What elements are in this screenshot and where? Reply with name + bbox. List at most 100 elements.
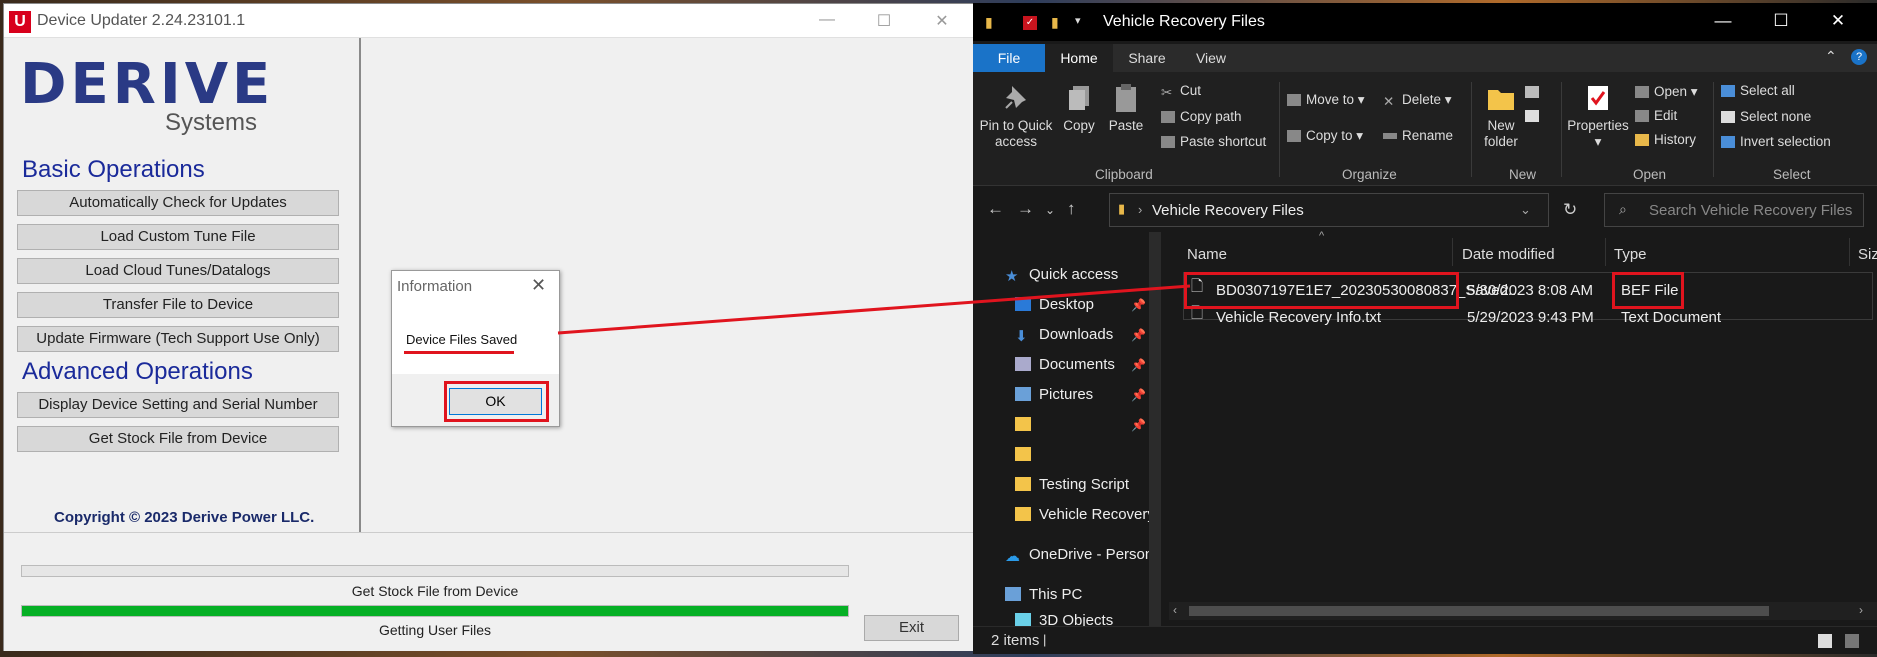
tab-share[interactable]: Share (1115, 44, 1179, 72)
brand-subtitle: Systems (165, 109, 258, 136)
column-header-name[interactable]: Name (1187, 246, 1227, 263)
details-view-icon[interactable] (1818, 634, 1832, 648)
open-button[interactable]: Open ▾ (1635, 84, 1698, 100)
scroll-right-icon[interactable]: › (1859, 603, 1863, 617)
copy-to-button[interactable]: Copy to ▾ (1287, 128, 1363, 144)
customize-toolbar-icon[interactable]: ▾ (1075, 14, 1081, 27)
properties-button[interactable]: Properties ▾ (1565, 82, 1631, 150)
select-none-button[interactable]: Select none (1721, 109, 1811, 125)
minimize-button[interactable]: — (1700, 11, 1746, 31)
minimize-button[interactable]: — (807, 11, 847, 29)
move-to-button[interactable]: Move to ▾ (1287, 92, 1365, 108)
column-header-type[interactable]: Type (1614, 246, 1647, 263)
update-firmware-button[interactable]: Update Firmware (Tech Support Use Only) (17, 326, 339, 352)
display-device-setting-button[interactable]: Display Device Setting and Serial Number (17, 392, 339, 418)
paste-shortcut-button[interactable]: Paste shortcut (1161, 134, 1266, 150)
tab-home[interactable]: Home (1045, 44, 1113, 72)
maximize-button[interactable]: ☐ (1758, 11, 1804, 31)
ribbon: Pin to Quick access Copy Paste ✂ Cut Copy… (973, 72, 1877, 186)
ok-button[interactable]: OK (449, 388, 542, 415)
nav-label: OneDrive - Person (1029, 546, 1154, 563)
back-arrow-icon[interactable]: ← (987, 199, 1004, 219)
nav-item-documents[interactable]: Documents (1015, 356, 1115, 373)
load-custom-tune-button[interactable]: Load Custom Tune File (17, 224, 339, 250)
copy-to-label: Copy to (1306, 128, 1353, 143)
nav-item-folder[interactable] (1015, 446, 1039, 463)
help-icon[interactable]: ? (1851, 49, 1867, 65)
nav-item-vehicle-recovery[interactable]: Vehicle Recovery (1015, 506, 1155, 523)
forward-arrow-icon[interactable]: → (1017, 199, 1034, 219)
close-button[interactable]: ✕ (1815, 11, 1861, 31)
nav-item-onedrive[interactable]: ☁ OneDrive - Person (1005, 546, 1154, 565)
exit-button[interactable]: Exit (864, 615, 959, 641)
maximize-button[interactable]: ☐ (864, 11, 904, 31)
nav-item-this-pc[interactable]: This PC (1005, 586, 1082, 603)
nav-item-pictures[interactable]: Pictures (1015, 386, 1093, 403)
transfer-file-button[interactable]: Transfer File to Device (17, 292, 339, 318)
cut-button[interactable]: ✂ Cut (1161, 83, 1201, 100)
nav-item-3d-objects[interactable]: 3D Objects (1015, 612, 1113, 626)
progress-fill (22, 606, 848, 616)
history-button[interactable]: History (1635, 132, 1696, 148)
copy-path-button[interactable]: Copy path (1161, 109, 1242, 125)
invert-selection-button[interactable]: Invert selection (1721, 134, 1831, 150)
file-name-highlight-annotation (1184, 272, 1459, 309)
delete-x-icon: ✕ (1383, 94, 1395, 110)
collapse-ribbon-icon[interactable]: ⌃ (1825, 48, 1837, 65)
pin-quick-access-button[interactable]: Pin to Quick access (979, 82, 1053, 150)
edit-button[interactable]: Edit (1635, 108, 1677, 124)
large-icons-view-icon[interactable] (1845, 634, 1859, 648)
properties-check-icon[interactable]: ✓ (1023, 16, 1037, 30)
tab-file[interactable]: File (973, 44, 1045, 72)
nav-item-folder[interactable] (1015, 416, 1039, 433)
dialog-close-icon[interactable]: ✕ (531, 275, 546, 296)
group-organize: Organize (1342, 167, 1397, 182)
file-date: 5/30/2023 8:08 AM (1467, 282, 1593, 299)
tab-view[interactable]: View (1179, 44, 1243, 72)
new-folder-icon[interactable]: ▮ (1051, 14, 1059, 31)
select-all-icon (1721, 85, 1735, 98)
group-select: Select (1773, 167, 1811, 182)
easy-access-icon (1525, 110, 1539, 123)
select-all-button[interactable]: Select all (1721, 83, 1795, 99)
chevron-down-icon[interactable]: ⌄ (1520, 202, 1531, 218)
get-stock-file-button[interactable]: Get Stock File from Device (17, 426, 339, 452)
nav-label: This PC (1029, 586, 1083, 603)
nav-item-testing-script[interactable]: Testing Script (1015, 476, 1129, 493)
close-button[interactable]: ✕ (922, 11, 962, 31)
up-arrow-icon[interactable]: ↑ (1067, 199, 1076, 219)
paste-button[interactable]: Paste (1103, 82, 1149, 134)
column-divider[interactable] (1605, 238, 1606, 266)
column-divider[interactable] (1452, 238, 1453, 266)
ribbon-separator (1561, 82, 1562, 177)
search-input[interactable]: ⌕ Search Vehicle Recovery Files (1604, 193, 1864, 227)
column-header-date[interactable]: Date modified (1462, 246, 1555, 263)
status-divider: | (1043, 632, 1047, 647)
scroll-left-icon[interactable]: ‹ (1173, 603, 1177, 617)
horizontal-scrollbar[interactable]: ‹ › (1169, 602, 1877, 620)
explorer-titlebar: ▮ ✓ ▮ ▾ Vehicle Recovery Files — ☐ ✕ (973, 3, 1877, 41)
load-cloud-tunes-button[interactable]: Load Cloud Tunes/Datalogs (17, 258, 339, 284)
new-item-button[interactable] (1525, 84, 1555, 100)
nav-item-quick-access[interactable]: ★ Quick access (1005, 266, 1118, 285)
refresh-icon[interactable]: ↻ (1563, 200, 1577, 220)
address-bar[interactable]: ▮ › Vehicle Recovery Files ⌄ (1109, 193, 1549, 227)
group-new: New (1509, 167, 1537, 182)
open-icon (1635, 86, 1649, 99)
check-updates-button[interactable]: Automatically Check for Updates (17, 190, 339, 216)
delete-button[interactable]: ✕ Delete ▾ (1383, 92, 1452, 110)
folder-icon (1015, 507, 1031, 521)
new-folder-button[interactable]: New folder (1477, 82, 1525, 150)
nav-item-desktop[interactable]: Desktop (1015, 296, 1094, 313)
scrollbar-thumb[interactable] (1189, 606, 1769, 616)
rename-button[interactable]: Rename (1383, 128, 1453, 144)
column-divider[interactable] (1849, 238, 1850, 266)
window-title: Device Updater 2.24.23101.1 (37, 12, 246, 29)
column-header-size[interactable]: Siz (1858, 246, 1877, 263)
easy-access-button[interactable] (1525, 108, 1555, 124)
file-name: Vehicle Recovery Info.txt (1216, 309, 1382, 326)
nav-item-downloads[interactable]: ⬇ Downloads (1015, 326, 1113, 345)
recent-locations-icon[interactable]: ⌄ (1045, 203, 1055, 217)
nav-scrollbar[interactable] (1149, 232, 1161, 626)
copy-button[interactable]: Copy (1059, 82, 1099, 134)
